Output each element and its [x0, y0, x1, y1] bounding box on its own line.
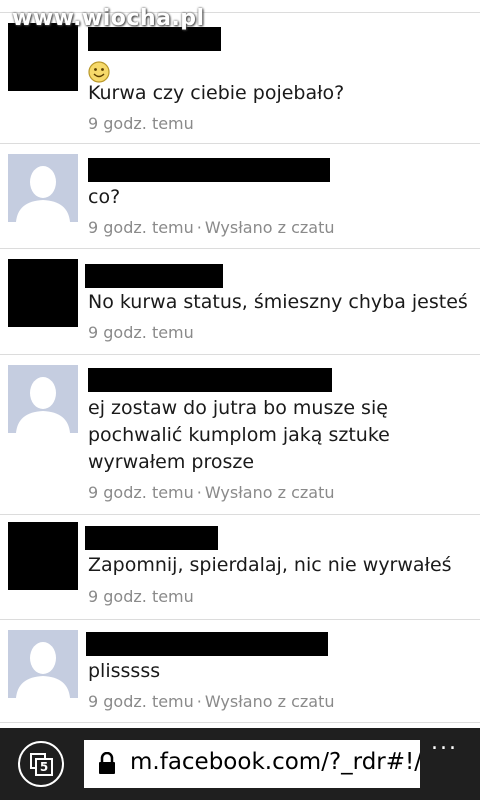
- message-text: Kurwa czy ciebie pojebało?: [88, 82, 345, 104]
- default-avatar-icon[interactable]: [8, 630, 78, 698]
- url-text: m.facebook.com/?_rdr#!/: [130, 749, 420, 775]
- default-avatar-icon[interactable]: [8, 154, 78, 222]
- redacted-sender-name[interactable]: [85, 526, 218, 550]
- message-text-line: wyrwałem prosze: [88, 451, 255, 473]
- message-text: ej zostaw do jutra bo musze się pochwali…: [88, 395, 468, 476]
- url-field[interactable]: m.facebook.com/?_rdr#!/: [84, 740, 420, 788]
- redacted-sender-name[interactable]: [85, 264, 223, 288]
- message-item[interactable]: ej zostaw do jutra bo musze się pochwali…: [0, 354, 480, 512]
- message-meta: 9 godz. temu: [88, 587, 194, 606]
- sent-from-chat-label: Wysłano z czatu: [204, 483, 335, 502]
- timestamp: 9 godz. temu: [88, 692, 194, 711]
- timestamp: 9 godz. temu: [88, 218, 194, 237]
- message-text: Zapomnij, spierdalaj, nic nie wyrwałeś: [88, 554, 452, 576]
- message-text-line: ej zostaw do jutra bo musze się: [88, 397, 388, 419]
- message-feed: Kurwa czy ciebie pojebało? 9 godz. temu …: [0, 0, 480, 728]
- timestamp: 9 godz. temu: [88, 114, 194, 133]
- message-text: plisssss: [88, 660, 161, 682]
- tab-count: 5: [35, 758, 53, 776]
- message-item[interactable]: No kurwa status, śmieszny chyba jesteś 9…: [0, 248, 480, 351]
- sender-avatar[interactable]: [8, 23, 78, 91]
- tabs-button[interactable]: 5: [18, 741, 64, 787]
- message-meta: 9 godz. temu: [88, 323, 194, 342]
- redacted-sender-name[interactable]: [88, 368, 332, 392]
- message-meta: 9 godz. temu: [88, 114, 194, 133]
- timestamp: 9 godz. temu: [88, 587, 194, 606]
- sender-avatar[interactable]: [8, 522, 78, 590]
- message-text: No kurwa status, śmieszny chyba jesteś: [88, 291, 468, 313]
- timestamp: 9 godz. temu: [88, 483, 194, 502]
- message-text-line: pochwalić kumplom jaką sztuke: [88, 424, 390, 446]
- message-meta: 9 godz. temu · Wysłano z czatu: [88, 483, 335, 502]
- lock-icon: [99, 752, 115, 774]
- sent-from-chat-label: Wysłano z czatu: [204, 692, 335, 711]
- redacted-sender-name[interactable]: [86, 632, 328, 656]
- message-meta: 9 godz. temu · Wysłano z czatu: [88, 218, 335, 237]
- more-menu-button[interactable]: ...: [431, 730, 458, 755]
- message-item[interactable]: Zapomnij, spierdalaj, nic nie wyrwałeś 9…: [0, 514, 480, 617]
- message-text: co?: [88, 186, 121, 208]
- message-item[interactable]: plisssss 9 godz. temu · Wysłano z czatu: [0, 619, 480, 724]
- default-avatar-icon[interactable]: [8, 365, 78, 433]
- browser-address-bar: 5 m.facebook.com/?_rdr#!/ ...: [0, 728, 480, 800]
- message-item[interactable]: co? 9 godz. temu · Wysłano z czatu: [0, 143, 480, 246]
- redacted-sender-name[interactable]: [88, 158, 330, 182]
- sender-avatar[interactable]: [8, 259, 78, 327]
- message-meta: 9 godz. temu · Wysłano z czatu: [88, 692, 335, 711]
- timestamp: 9 godz. temu: [88, 323, 194, 342]
- sent-from-chat-label: Wysłano z czatu: [204, 218, 335, 237]
- watermark-text: www.wiocha.pl: [12, 6, 205, 31]
